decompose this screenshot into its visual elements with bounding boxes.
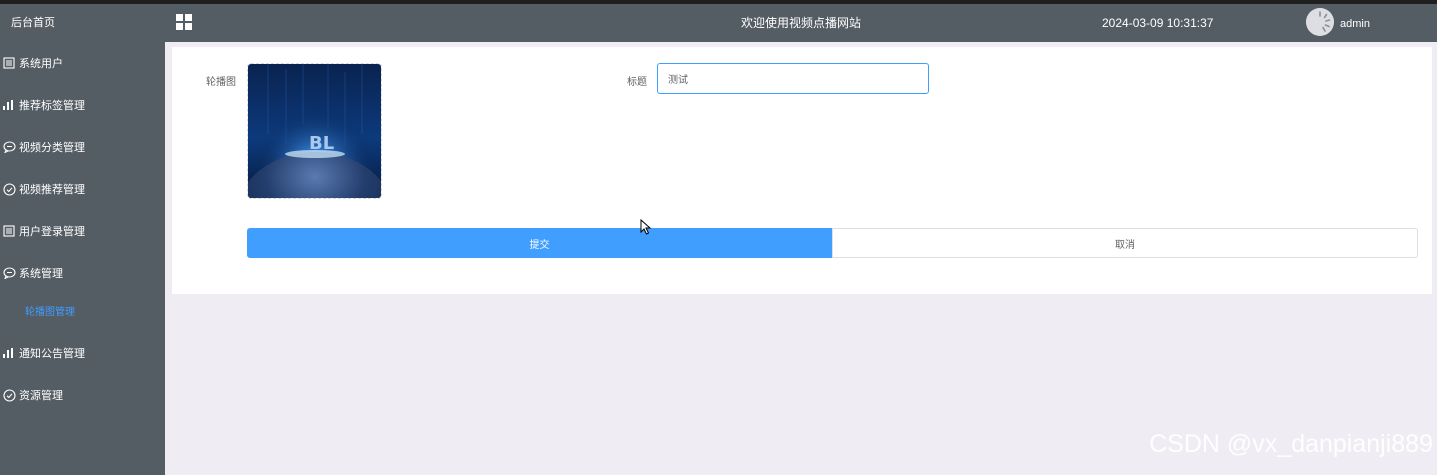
sidebar-item-label: 通知公告管理 — [19, 348, 85, 360]
sidebar-item-resources[interactable]: 资源管理 — [0, 374, 165, 416]
sidebar-subitem-carousel[interactable]: 轮播图管理 — [0, 294, 165, 332]
sidebar-item-label: 用户登录管理 — [19, 226, 85, 238]
sidebar-item-system-users[interactable]: 系统用户 — [0, 42, 165, 84]
sidebar-item-label: 系统用户 — [19, 58, 63, 70]
carousel-image-upload[interactable]: BL — [247, 63, 382, 199]
check-circle-icon — [2, 182, 16, 196]
top-header: 欢迎使用视频点播网站 2024-03-09 10:31:37 admin — [165, 4, 1437, 42]
carousel-edit-form: 轮播图 BL 标题 测试 提交 取消 — [172, 47, 1432, 294]
sidebar-item-label: 视频分类管理 — [19, 142, 85, 154]
sidebar-home[interactable]: 后台首页 — [0, 4, 165, 42]
list-icon — [2, 224, 16, 238]
sidebar-item-label: 推荐标签管理 — [19, 100, 85, 112]
sidebar-item-label: 视频推荐管理 — [19, 184, 85, 196]
csdn-watermark: CSDN @vx_danpianji889 — [1149, 430, 1433, 458]
submit-button[interactable]: 提交 — [247, 228, 832, 258]
carousel-image-preview: BL — [248, 64, 381, 198]
sidebar-item-tags[interactable]: 推荐标签管理 — [0, 84, 165, 126]
check-circle-icon — [2, 388, 16, 402]
sidebar-item-label: 系统管理 — [19, 268, 63, 280]
sidebar: 后台首页 系统用户 推荐标签管理 视频分类管理 视频推荐管理 用户登录管理 系统… — [0, 4, 165, 475]
bar-chart-icon — [2, 346, 16, 360]
current-datetime: 2024-03-09 10:31:37 — [1102, 16, 1214, 30]
chat-icon — [2, 140, 16, 154]
avatar[interactable] — [1306, 8, 1334, 36]
chat-icon — [2, 266, 16, 280]
sidebar-item-video-category[interactable]: 视频分类管理 — [0, 126, 165, 168]
sidebar-item-system-management[interactable]: 系统管理 — [0, 252, 165, 294]
sidebar-item-video-recommend[interactable]: 视频推荐管理 — [0, 168, 165, 210]
sidebar-item-user-login[interactable]: 用户登录管理 — [0, 210, 165, 252]
sidebar-item-notices[interactable]: 通知公告管理 — [0, 332, 165, 374]
mouse-cursor-icon — [640, 219, 652, 235]
list-icon — [2, 56, 16, 70]
carousel-image-label: 轮播图 — [206, 77, 236, 88]
carousel-image-text: BL — [309, 133, 334, 154]
bar-chart-icon — [2, 98, 16, 112]
sidebar-item-label: 资源管理 — [19, 390, 63, 402]
site-welcome-title: 欢迎使用视频点播网站 — [740, 16, 861, 30]
title-input[interactable] — [657, 63, 929, 94]
cancel-button[interactable]: 取消 — [832, 228, 1418, 258]
title-label: 标题 — [627, 77, 647, 88]
username[interactable]: admin — [1340, 4, 1370, 44]
